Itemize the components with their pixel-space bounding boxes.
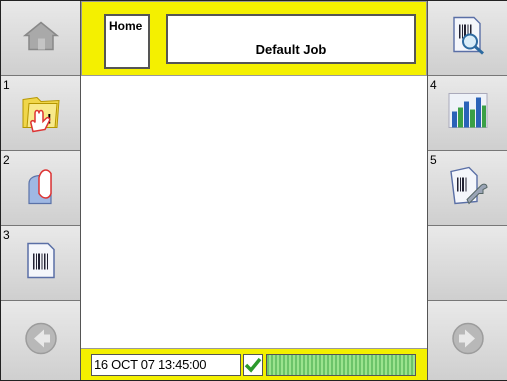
barcode-doc-button[interactable]: 3 bbox=[1, 226, 80, 301]
home-tab[interactable]: Home bbox=[104, 14, 150, 69]
checkmark-icon bbox=[243, 354, 263, 376]
barcode-document-icon bbox=[24, 242, 58, 285]
button-number: 2 bbox=[3, 153, 10, 167]
jobs-button[interactable]: 1 ! bbox=[1, 76, 80, 151]
header-bar: Home Default Job bbox=[81, 1, 427, 76]
level-bar-fill bbox=[267, 355, 415, 375]
main-panel bbox=[81, 76, 427, 348]
job-name-field[interactable]: Default Job bbox=[166, 14, 416, 64]
right-button-column: 4 5 bbox=[427, 1, 507, 380]
forward-arrow-icon bbox=[451, 321, 485, 360]
button-number: 5 bbox=[430, 153, 437, 167]
stats-button[interactable]: 4 bbox=[428, 76, 507, 151]
back-button[interactable] bbox=[1, 301, 80, 380]
button-number: 1 bbox=[3, 78, 10, 92]
left-button-column: 1 ! 2 3 bbox=[1, 1, 81, 380]
tools-button[interactable]: 5 bbox=[428, 151, 507, 226]
home-button[interactable] bbox=[1, 1, 80, 76]
ink-bottle-icon bbox=[21, 164, 61, 213]
button-number: 3 bbox=[3, 228, 10, 242]
level-bar bbox=[266, 354, 416, 376]
blank-button[interactable] bbox=[428, 226, 507, 301]
datetime-display: 16 OCT 07 13:45:00 bbox=[91, 354, 241, 376]
status-bar: 16 OCT 07 13:45:00 bbox=[81, 348, 427, 380]
barcode-search-icon bbox=[448, 16, 488, 61]
home-icon bbox=[21, 19, 61, 58]
barcode-wrench-icon bbox=[447, 166, 489, 211]
forward-button[interactable] bbox=[428, 301, 507, 380]
device-screen: 1 ! 2 3 bbox=[0, 0, 507, 381]
back-arrow-icon bbox=[24, 321, 58, 360]
folder-warning-icon: ! bbox=[17, 88, 65, 139]
search-button[interactable] bbox=[428, 1, 507, 76]
bar-chart-icon bbox=[445, 90, 491, 137]
ink-button[interactable]: 2 bbox=[1, 151, 80, 226]
button-number: 4 bbox=[430, 78, 437, 92]
